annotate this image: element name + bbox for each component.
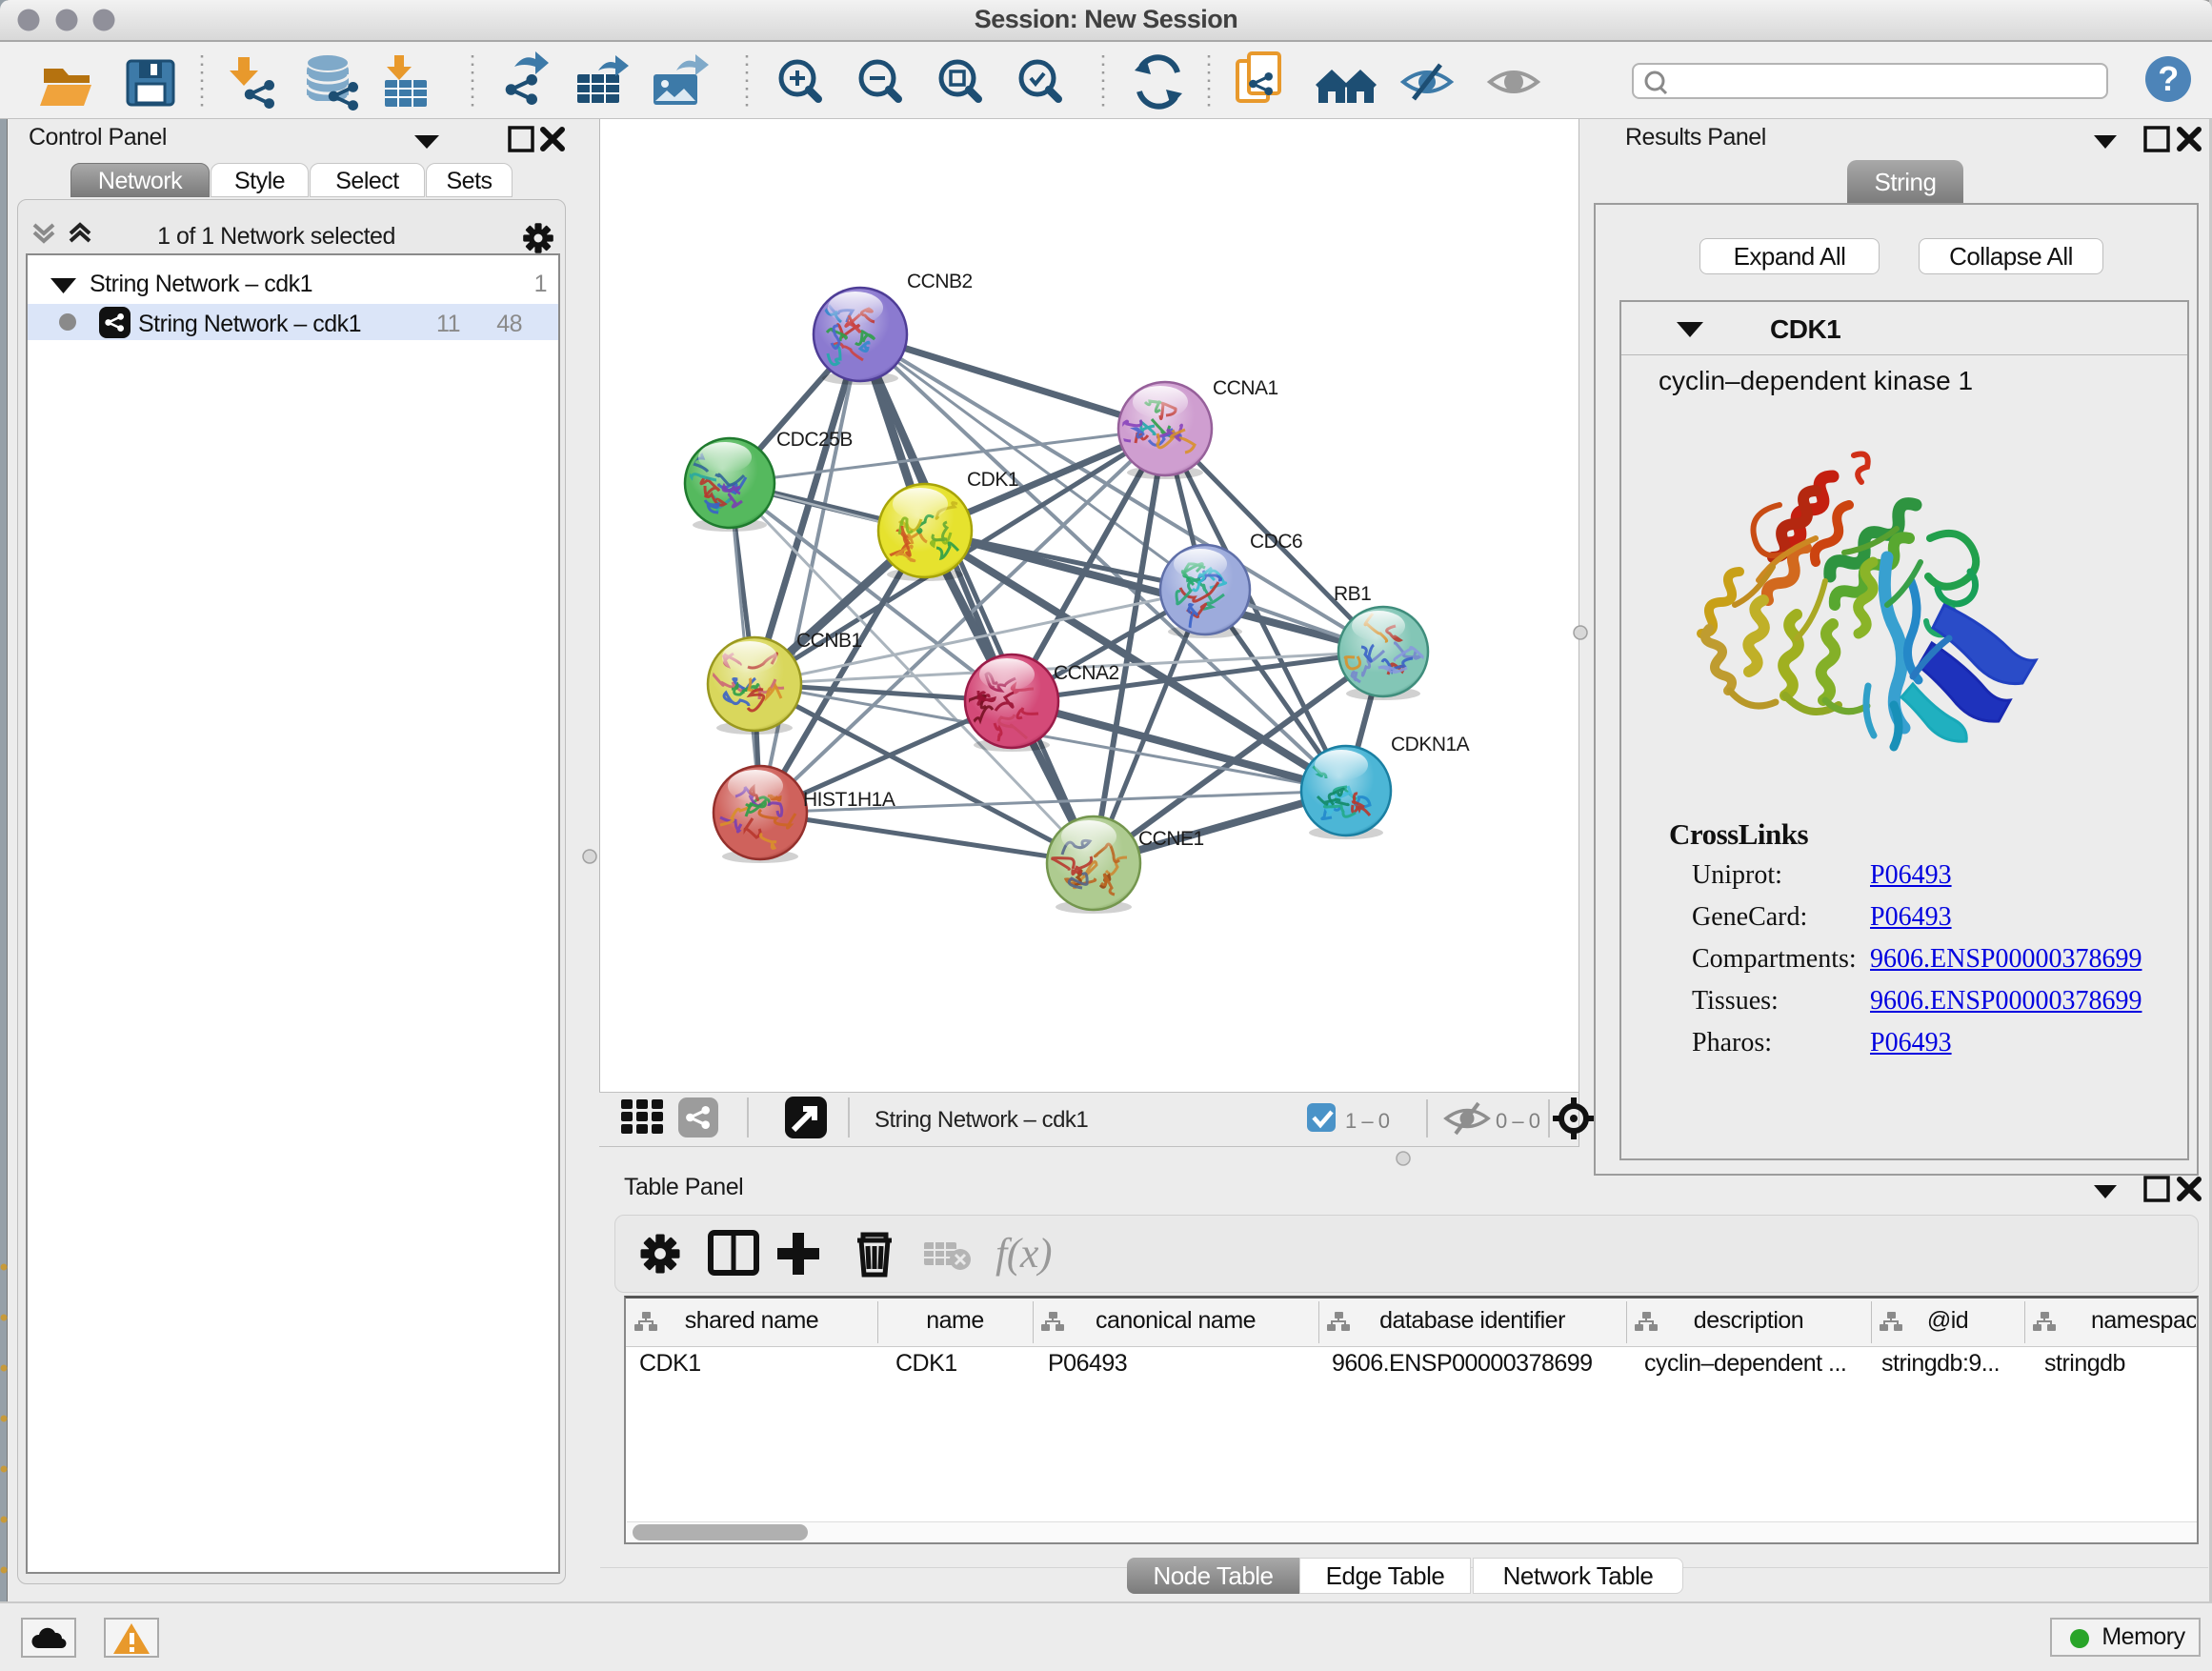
svg-text:CCNB2: CCNB2 [907,271,973,292]
svg-text:RB1: RB1 [1334,583,1371,605]
svg-text:CDC6: CDC6 [1250,531,1302,553]
svg-text:CDC25B: CDC25B [776,429,853,451]
svg-text:CCNB1: CCNB1 [796,630,862,652]
svg-text:CDK1: CDK1 [967,469,1018,491]
svg-text:CCNE1: CCNE1 [1138,828,1204,850]
svg-text:HIST1H1A: HIST1H1A [803,789,895,811]
svg-text:CDKN1A: CDKN1A [1391,734,1470,755]
svg-text:CCNA2: CCNA2 [1054,662,1119,684]
svg-text:CCNA1: CCNA1 [1213,377,1278,399]
svg-text:f(x): f(x) [995,1230,1052,1277]
svg-text:?: ? [2158,59,2179,98]
